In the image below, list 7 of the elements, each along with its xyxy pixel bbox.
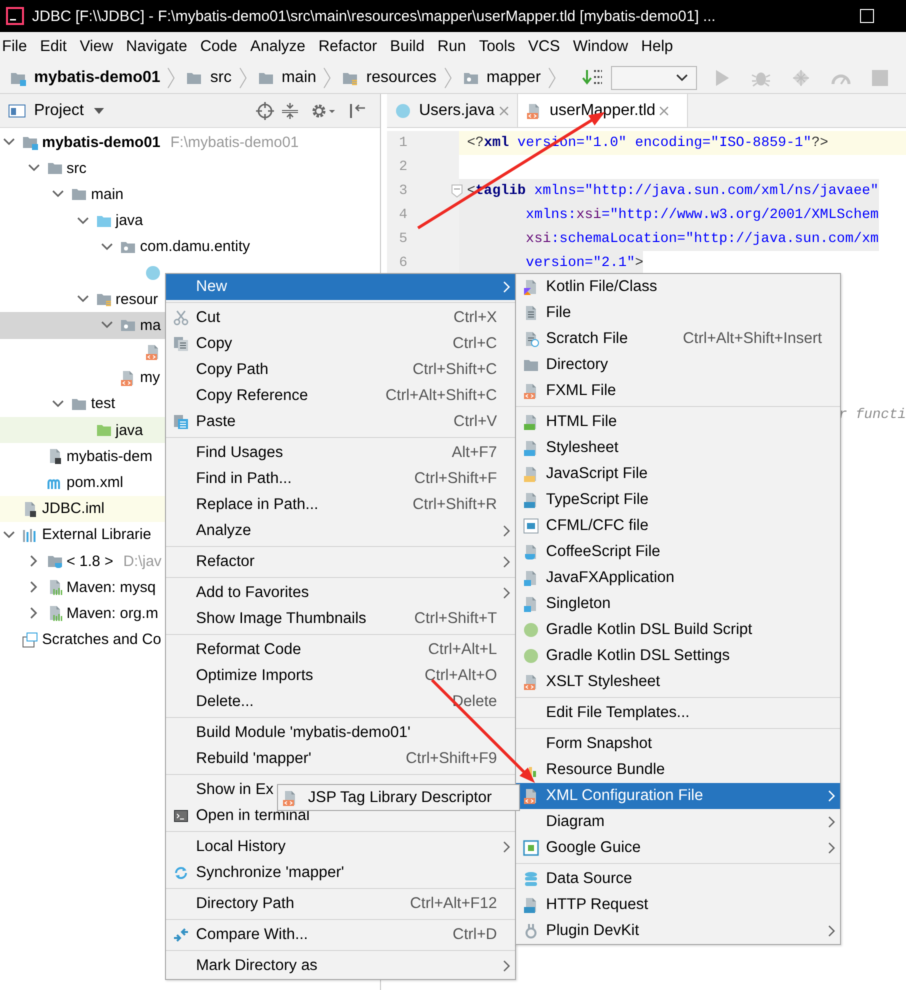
line-number: 3	[399, 183, 408, 199]
line-number: 6	[399, 255, 408, 271]
line-number: 2	[399, 159, 408, 175]
line-number: 1	[399, 135, 408, 151]
window-title: JDBC [F:\\JDBC] - F:\mybatis-demo01\src\main\resources\mapper\userMapper.tld [mybatis-demo01] ...	[32, 8, 717, 24]
line-number: 4	[399, 207, 408, 223]
line-number: 5	[399, 231, 408, 247]
